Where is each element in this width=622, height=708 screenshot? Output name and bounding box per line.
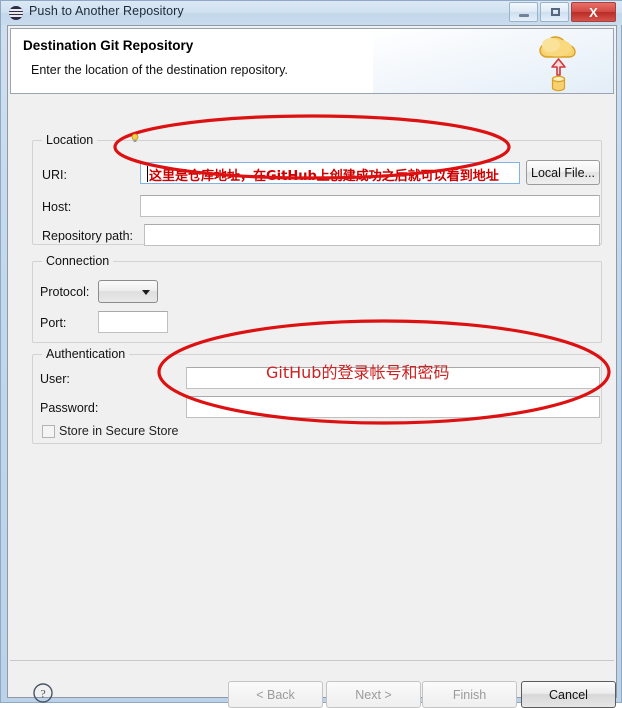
finish-button[interactable]: Finish <box>422 681 517 708</box>
store-in-secure-store-checkbox[interactable] <box>42 425 55 438</box>
chevron-down-icon <box>142 290 150 295</box>
back-button[interactable]: < Back <box>228 681 323 708</box>
minimize-button[interactable] <box>509 2 538 22</box>
help-icon[interactable]: ? <box>32 682 54 704</box>
location-group-label: Location <box>42 133 98 147</box>
protocol-label: Protocol: <box>40 285 90 299</box>
repository-path-label: Repository path: <box>42 229 134 243</box>
port-label: Port: <box>40 316 67 330</box>
host-input[interactable] <box>140 195 600 217</box>
protocol-dropdown[interactable] <box>98 280 158 303</box>
svg-text:?: ? <box>40 687 45 701</box>
minimize-icon <box>519 14 529 17</box>
uri-input[interactable]: 这里是仓库地址，在GitHub上创建成功之后就可以看到地址 <box>140 162 520 184</box>
local-file-button[interactable]: Local File... <box>526 160 600 185</box>
dialog-window: Push to Another Repository X Destination… <box>0 0 622 708</box>
authentication-group-label: Authentication <box>42 347 130 361</box>
push-to-cloud-icon <box>539 36 576 92</box>
user-label: User: <box>40 372 70 386</box>
cancel-button[interactable]: Cancel <box>521 681 616 708</box>
close-button[interactable]: X <box>571 2 616 22</box>
text-caret <box>147 166 148 182</box>
maximize-button[interactable] <box>540 2 569 22</box>
port-input[interactable] <box>98 311 168 333</box>
uri-label: URI: <box>42 168 67 182</box>
page-description: Enter the location of the destination re… <box>31 63 288 77</box>
page-title: Destination Git Repository <box>23 38 194 53</box>
maximize-icon <box>551 8 560 16</box>
eclipse-icon <box>9 6 23 20</box>
store-in-secure-store-label: Store in Secure Store <box>59 424 179 438</box>
close-icon: X <box>589 4 598 20</box>
next-button[interactable]: Next > <box>326 681 421 708</box>
host-label: Host: <box>42 200 72 214</box>
footer-bar: ? < Back Next > Finish Cancel <box>10 661 616 708</box>
uri-input-value: 这里是仓库地址，在GitHub上创建成功之后就可以看到地址 <box>149 169 499 184</box>
repository-path-input[interactable] <box>144 224 600 246</box>
password-input[interactable] <box>186 396 600 418</box>
auth-annotation-text: GitHub的登录帐号和密码 <box>266 363 450 382</box>
connection-group-label: Connection <box>42 254 114 268</box>
title-bar: Push to Another Repository X <box>1 1 622 25</box>
window-title: Push to Another Repository <box>29 4 184 18</box>
password-label: Password: <box>40 401 99 415</box>
wizard-header: Destination Git Repository Enter the loc… <box>10 28 614 94</box>
